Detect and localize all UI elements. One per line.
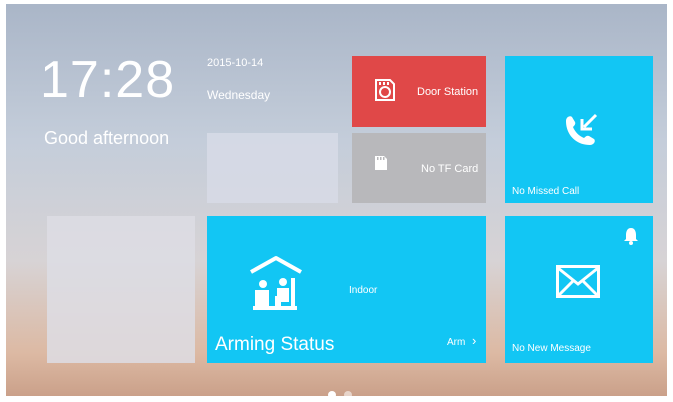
missed-call-label: No Missed Call [512,186,580,197]
missed-call-icon [566,113,598,145]
sd-card-icon [375,79,395,101]
door-station-tile[interactable]: Door Station [352,56,486,127]
page-dot[interactable] [344,391,352,399]
chevron-right-icon[interactable]: › [472,333,476,348]
tf-card-tile[interactable]: No TF Card [352,133,486,203]
arm-button[interactable]: Arm [447,337,465,348]
door-station-label: Door Station [417,86,479,98]
greeting-text: Good afternoon [44,128,170,148]
arming-mode-label: Indoor [349,285,378,296]
blank-tile[interactable] [207,133,338,203]
arming-status-title: Arming Status [215,334,335,355]
indoor-house-icon [250,256,302,310]
bell-icon [624,228,638,245]
clock-time: 17:28 [40,51,176,109]
date-text: 2015-10-14 [207,57,264,69]
arming-status-tile[interactable]: Indoor Arming Status Arm › [207,216,486,363]
missed-call-tile[interactable]: No Missed Call [505,56,653,203]
envelope-icon [556,265,600,298]
weekday-text: Wednesday [207,88,271,102]
blank-tile[interactable] [47,216,195,363]
page-dot-active[interactable] [328,391,336,399]
tf-card-label: No TF Card [421,163,479,175]
sd-card-icon [375,156,387,170]
page-indicator [328,391,352,399]
message-tile[interactable]: No New Message [505,216,653,363]
message-label: No New Message [512,343,591,354]
